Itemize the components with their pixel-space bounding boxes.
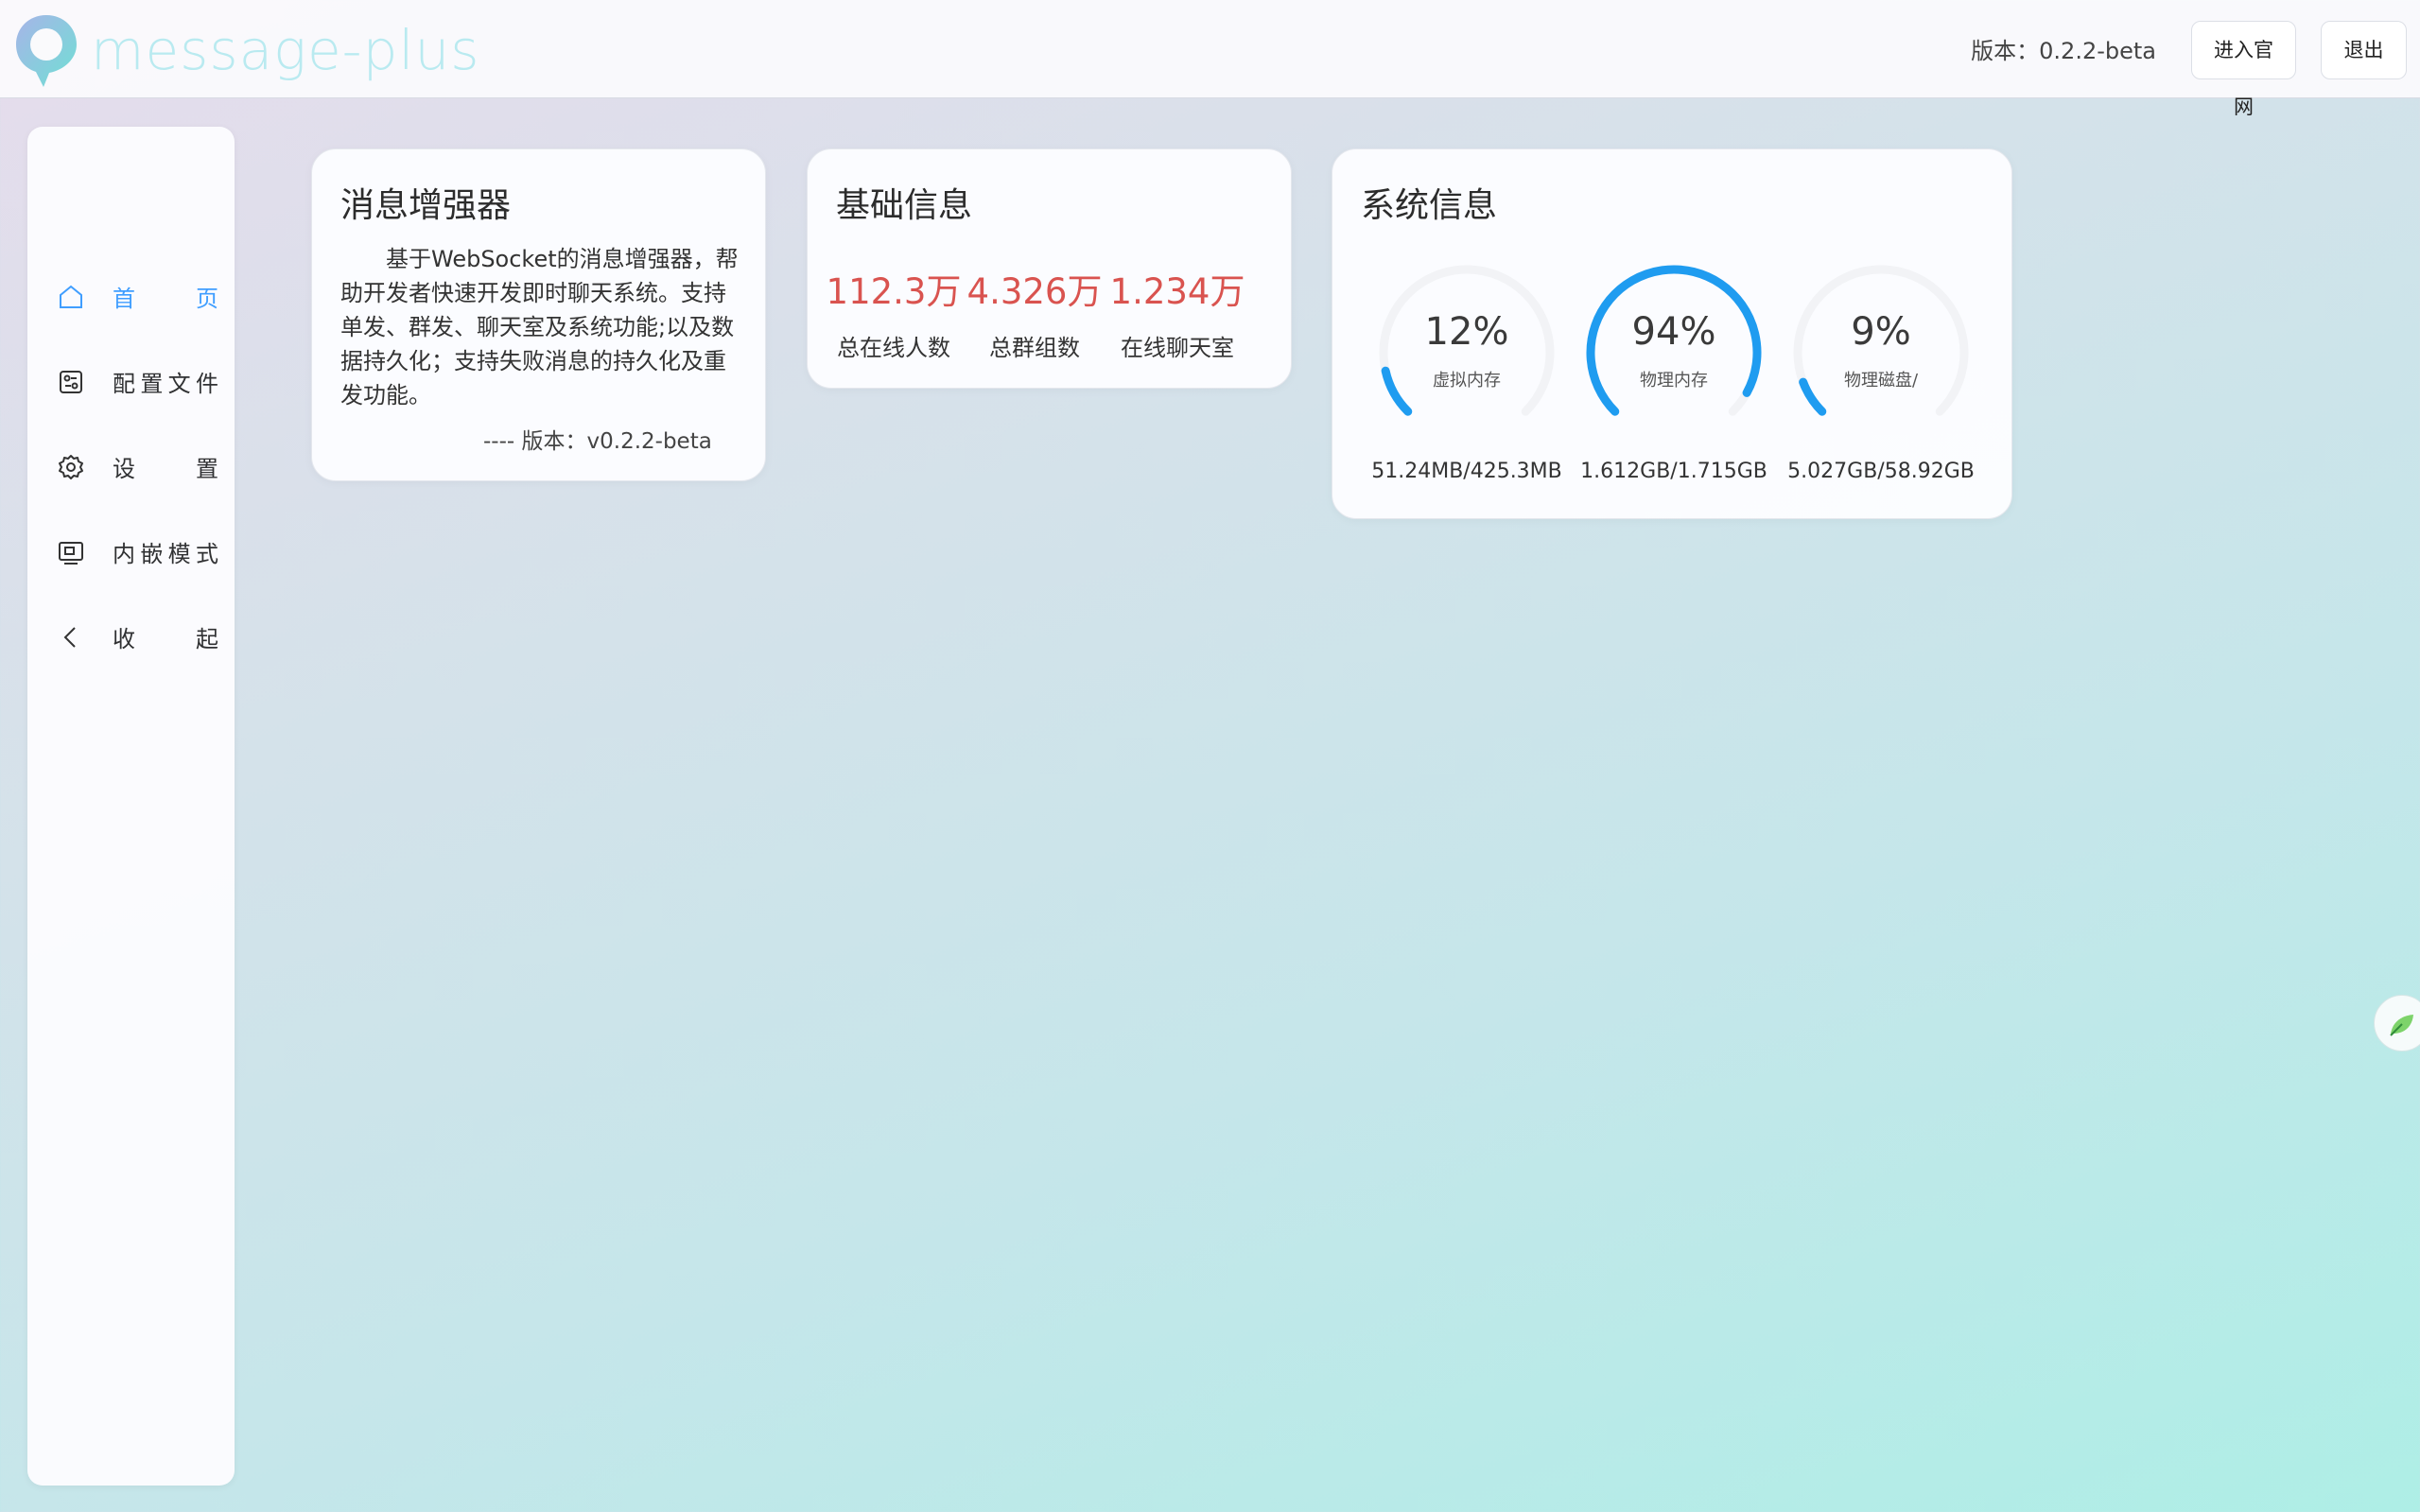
- logo-text: message-plus: [91, 18, 480, 82]
- sidebar-item-config-file[interactable]: 配置文件: [27, 349, 235, 415]
- stat-online-users: 112.3万 总在线人数: [823, 263, 965, 362]
- leaf-icon: [2390, 1015, 2413, 1036]
- app-logo[interactable]: message-plus: [13, 11, 480, 89]
- basic-info-title: 基础信息: [836, 186, 973, 225]
- system-info-title: 系统信息: [1361, 186, 1498, 225]
- sidebar-item-label: 配置文件: [113, 371, 218, 397]
- sidebar-item-collapse[interactable]: 收起: [27, 604, 235, 670]
- stat-groups: 4.326万 总群组数: [964, 263, 1106, 362]
- gauge-detail: 1.612GB/1.715GB: [1580, 460, 1767, 483]
- sidebar-item-embed-mode[interactable]: 内嵌模式: [27, 519, 235, 585]
- intro-description: 基于WebSocket的消息增强器，帮助开发者快速开发即时聊天系统。支持单发、群…: [340, 246, 739, 408]
- floating-tool-button[interactable]: [2374, 995, 2420, 1051]
- config-file-icon: [57, 368, 85, 396]
- sidebar-item-label: 设置: [113, 456, 218, 482]
- gauge-physical-memory: 94% 物理内存 1.612GB/1.715GB: [1575, 253, 1773, 483]
- stat-value: 4.326万: [966, 271, 1103, 312]
- intro-card: 消息增强器 基于WebSocket的消息增强器，帮助开发者快速开发即时聊天系统。…: [311, 148, 766, 481]
- intro-card-title: 消息增强器: [340, 186, 512, 225]
- sidebar-item-home[interactable]: 首页: [27, 264, 235, 330]
- sidebar-item-label: 内嵌模式: [113, 541, 218, 567]
- stat-label: 在线聊天室: [1121, 335, 1234, 361]
- stat-value: 1.234万: [1109, 271, 1245, 312]
- basic-info-card: 基础信息 112.3万 总在线人数 4.326万 总群组数 1.234万 在线聊…: [807, 148, 1292, 389]
- gauge-detail: 5.027GB/58.92GB: [1787, 460, 1975, 483]
- gauge-physical-disk: 9% 物理磁盘/ 5.027GB/58.92GB: [1782, 253, 1980, 483]
- sidebar: 首页 配置文件 设置 内嵌模式 收起: [27, 127, 235, 1486]
- stat-value: 112.3万: [826, 271, 962, 312]
- gauge-percent: 9%: [1851, 310, 1911, 354]
- gauge-virtual-memory: 12% 虚拟内存 51.24MB/425.3MB: [1367, 253, 1566, 483]
- logo-icon: [16, 15, 77, 87]
- sidebar-item-label: 首页: [113, 286, 218, 312]
- gauge-name: 物理磁盘/: [1843, 371, 1919, 391]
- gauge-detail: 51.24MB/425.3MB: [1371, 460, 1562, 483]
- system-info-card: 系统信息 12% 虚拟内存 51.24MB/425.3MB 94% 物理内存 1…: [1332, 148, 2012, 519]
- gear-icon: [57, 453, 85, 481]
- home-icon: [57, 283, 85, 311]
- sidebar-item-label: 收起: [113, 626, 218, 652]
- embed-icon: [57, 538, 85, 566]
- gauge-name: 虚拟内存: [1433, 371, 1501, 391]
- stat-label: 总在线人数: [837, 335, 950, 361]
- stat-chatrooms: 1.234万 在线聊天室: [1106, 263, 1248, 362]
- visit-site-button[interactable]: 进入官网: [2191, 21, 2296, 118]
- sidebar-item-settings[interactable]: 设置: [27, 434, 235, 500]
- gauge-percent: 12%: [1424, 310, 1509, 354]
- exit-button[interactable]: 退出: [2321, 21, 2407, 79]
- chevron-left-icon: [57, 623, 85, 652]
- intro-version: ---- 版本：v0.2.2-beta: [483, 429, 712, 454]
- stat-label: 总群组数: [989, 335, 1080, 361]
- version-label: 版本：0.2.2-beta: [1971, 38, 2156, 64]
- top-header: message-plus 版本：0.2.2-beta 进入官网 退出: [0, 0, 2420, 118]
- gauge-percent: 94%: [1631, 310, 1716, 354]
- gauge-name: 物理内存: [1640, 371, 1708, 391]
